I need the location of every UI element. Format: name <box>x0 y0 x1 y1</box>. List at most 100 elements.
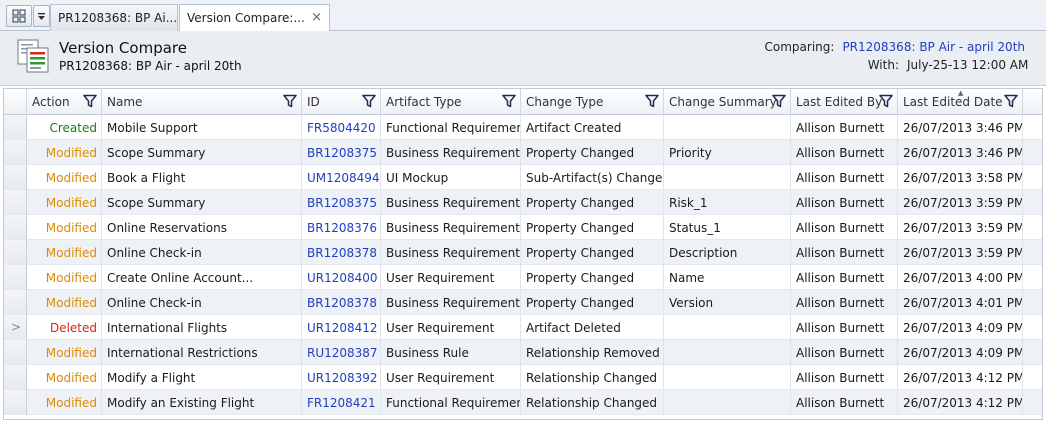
filter-icon[interactable] <box>283 94 297 108</box>
table-row[interactable]: Modified International Restrictions RU1208… <box>4 340 1042 365</box>
table-row[interactable]: Created Mobile Support FR5804420 Functional… <box>4 115 1042 140</box>
comparing-link[interactable]: PR1208368: BP Air - april 20th <box>842 40 1025 54</box>
filter-icon[interactable] <box>645 94 659 108</box>
row-header[interactable] <box>4 215 27 240</box>
row-id-link[interactable]: FR1208421 <box>302 390 381 415</box>
column-label: Change Summary <box>669 95 777 109</box>
row-name: Modify a Flight <box>102 365 302 390</box>
table-row[interactable]: Modified Modify an Existing Flight FR12084… <box>4 390 1042 415</box>
table-row[interactable]: Modified Book a Flight UM1208494 UI Mockup S… <box>4 165 1042 190</box>
row-last-edited-by: Allison Burnett <box>791 140 898 165</box>
row-header[interactable] <box>4 390 27 415</box>
row-change-type: Property Changed <box>521 265 664 290</box>
column-header-change-type[interactable]: Change Type <box>521 89 664 115</box>
with-label: With: <box>867 58 899 72</box>
tab-label: PR1208368: BP Ai... <box>58 11 178 25</box>
row-last-edited-by: Allison Burnett <box>791 390 898 415</box>
chevron-down-icon <box>38 13 45 20</box>
row-artifact-type: User Requirement <box>381 315 521 340</box>
row-last-edited-by: Allison Burnett <box>791 115 898 140</box>
row-name: Mobile Support <box>102 115 302 140</box>
column-header-name[interactable]: Name <box>102 89 302 115</box>
table-row[interactable]: Modified Online Check-in BR1208378 Business… <box>4 290 1042 315</box>
row-change-summary <box>664 115 791 140</box>
row-id-link[interactable]: BR1208375 <box>302 140 381 165</box>
row-header[interactable] <box>4 115 27 140</box>
row-header[interactable] <box>4 240 27 265</box>
column-header-last-edited-date[interactable]: ▲ Last Edited Date <box>898 89 1023 115</box>
filter-icon[interactable] <box>502 94 516 108</box>
column-header-artifact-type[interactable]: Artifact Type <box>381 89 521 115</box>
row-id-link[interactable]: BR1208375 <box>302 190 381 215</box>
row-artifact-type: Business Rule <box>381 340 521 365</box>
tab-pr1208368[interactable]: PR1208368: BP Ai... <box>50 4 178 31</box>
row-id-link[interactable]: UR1208412 <box>302 315 381 340</box>
row-id-link[interactable]: FR5804420 <box>302 115 381 140</box>
row-last-edited-date: 26/07/2013 3:58 PM <box>898 165 1023 190</box>
table-row[interactable]: Modified Online Check-in BR1208378 Business… <box>4 240 1042 265</box>
row-header[interactable] <box>4 290 27 315</box>
column-header-last-edited-by[interactable]: Last Edited By <box>791 89 898 115</box>
filter-icon[interactable] <box>772 94 786 108</box>
row-last-edited-date: 26/07/2013 3:59 PM <box>898 190 1023 215</box>
row-name: Online Check-in <box>102 290 302 315</box>
row-artifact-type: User Requirement <box>381 365 521 390</box>
row-last-edited-by: Allison Burnett <box>791 240 898 265</box>
column-label: Artifact Type <box>386 95 462 109</box>
row-header[interactable]: > <box>4 315 27 340</box>
filter-icon[interactable] <box>83 94 97 108</box>
row-id-link[interactable]: UR1208400 <box>302 265 381 290</box>
row-id-link[interactable]: UM1208494 <box>302 165 381 190</box>
table-row[interactable]: Modified Scope Summary BR1208375 Business R… <box>4 190 1042 215</box>
row-action: Deleted <box>27 315 102 340</box>
row-header[interactable] <box>4 140 27 165</box>
row-last-edited-by: Allison Burnett <box>791 315 898 340</box>
row-last-edited-date: 26/07/2013 3:46 PM <box>898 140 1023 165</box>
row-artifact-type: Functional Requirement <box>381 390 521 415</box>
filter-icon[interactable] <box>879 94 893 108</box>
filter-icon[interactable] <box>362 94 376 108</box>
table-row[interactable]: Modified Online Reservations BR1208376 Busi… <box>4 215 1042 240</box>
row-last-edited-by: Allison Burnett <box>791 365 898 390</box>
row-change-type: Property Changed <box>521 190 664 215</box>
row-name: Book a Flight <box>102 165 302 190</box>
page-title: Version Compare <box>59 39 187 57</box>
row-action: Modified <box>27 390 102 415</box>
row-id-link[interactable]: UR1208392 <box>302 365 381 390</box>
row-action: Modified <box>27 140 102 165</box>
tab-list-dropdown-button[interactable] <box>33 5 50 27</box>
row-header[interactable] <box>4 365 27 390</box>
table-row[interactable]: Modified Modify a Flight UR1208392 User Req… <box>4 365 1042 390</box>
column-header-id[interactable]: ID <box>302 89 381 115</box>
row-header[interactable] <box>4 340 27 365</box>
row-last-edited-by: Allison Burnett <box>791 165 898 190</box>
row-last-edited-by: Allison Burnett <box>791 190 898 215</box>
table-row[interactable]: > Deleted International Flights UR1208412 Us… <box>4 315 1042 340</box>
table-row[interactable]: Modified Scope Summary BR1208375 Business R… <box>4 140 1042 165</box>
row-last-edited-date: 26/07/2013 4:01 PM <box>898 290 1023 315</box>
row-change-type: Property Changed <box>521 240 664 265</box>
row-change-summary: Name <box>664 265 791 290</box>
tab-label: Version Compare:... <box>187 11 305 25</box>
row-id-link[interactable]: BR1208378 <box>302 240 381 265</box>
column-label: ID <box>307 95 320 109</box>
row-artifact-type: Business Requirement <box>381 240 521 265</box>
filter-icon[interactable] <box>1004 94 1018 108</box>
column-header-action[interactable]: Action <box>27 89 102 115</box>
row-id-link[interactable]: BR1208376 <box>302 215 381 240</box>
column-header-change-summary[interactable]: Change Summary <box>664 89 791 115</box>
row-header[interactable] <box>4 190 27 215</box>
tab-version-compare[interactable]: Version Compare:... × <box>179 4 330 32</box>
row-header[interactable] <box>4 265 27 290</box>
row-name: Create Online Account... <box>102 265 302 290</box>
close-icon[interactable]: × <box>311 10 322 25</box>
row-last-edited-date: 26/07/2013 4:09 PM <box>898 315 1023 340</box>
table-row[interactable]: Modified Create Online Account... UR120840… <box>4 265 1042 290</box>
row-change-summary: Risk_1 <box>664 190 791 215</box>
tab-grid-menu-button[interactable] <box>6 5 32 27</box>
row-id-link[interactable]: BR1208378 <box>302 290 381 315</box>
row-last-edited-by: Allison Burnett <box>791 215 898 240</box>
column-label: Change Type <box>526 95 604 109</box>
row-id-link[interactable]: RU1208387 <box>302 340 381 365</box>
row-header[interactable] <box>4 165 27 190</box>
